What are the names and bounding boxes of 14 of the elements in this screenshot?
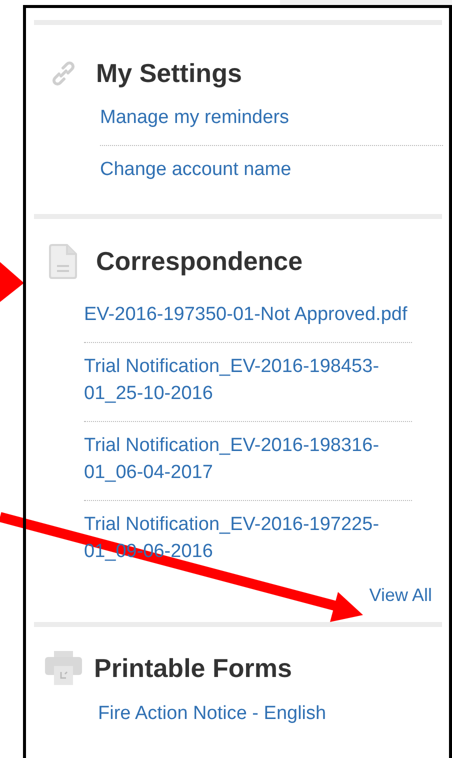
section-heading: My Settings (96, 58, 242, 88)
section-heading: Printable Forms (94, 652, 292, 684)
callout-arrow (0, 262, 24, 302)
document-link[interactable]: Trial Notification_EV-2016-198453-01_25-10-2016 (84, 353, 412, 407)
document-link[interactable]: Fire Action Notice - English (98, 702, 449, 726)
document-link[interactable]: Trial Notification_EV-2016-198316-01_06-04-2017 (84, 432, 412, 486)
document-link[interactable]: EV-2016-197350-01-Not Approved.pdf (84, 301, 412, 328)
printer-icon (44, 651, 82, 685)
document-link[interactable]: Manage my reminders (100, 106, 443, 130)
link-icon (50, 60, 76, 86)
document-link[interactable]: Change account name (100, 158, 443, 182)
document-icon (48, 244, 78, 278)
view-all-link[interactable]: View All (369, 585, 432, 605)
section-heading: Correspondence (96, 246, 303, 276)
